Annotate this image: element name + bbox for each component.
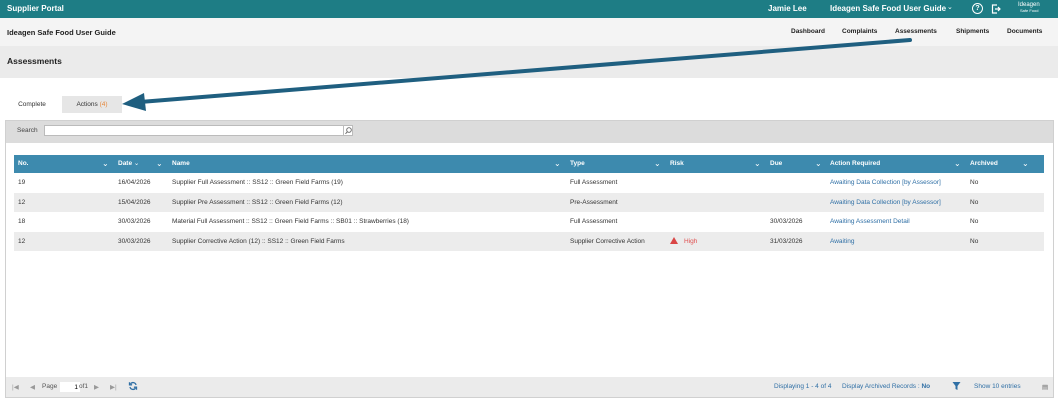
nav-documents[interactable]: Documents: [1007, 28, 1042, 35]
risk-badge: High: [670, 232, 697, 252]
guide-selector[interactable]: Ideagen Safe Food User Guide: [830, 4, 946, 13]
filter-icon[interactable]: [952, 381, 961, 393]
action-link[interactable]: Awaiting Data Collection [by Assessor]: [830, 173, 941, 193]
search-icon[interactable]: [344, 125, 353, 136]
nav-shipments[interactable]: Shipments: [956, 28, 989, 35]
cell-no: 12: [18, 198, 26, 206]
cell-date: 30/03/2026: [118, 237, 151, 245]
search-bar: Search: [6, 121, 1053, 143]
chevron-down-icon[interactable]: ⌄: [815, 155, 822, 173]
cell-archived: No: [970, 179, 979, 186]
column-header-action-required[interactable]: Action Required: [830, 155, 880, 173]
cell-name: Material Full Assessment :: SS12 :: Gree…: [172, 218, 409, 225]
refresh-icon[interactable]: [128, 381, 138, 393]
chevron-down-icon[interactable]: ⌄: [654, 155, 661, 173]
display-archived-toggle[interactable]: Display Archived Records : No: [842, 383, 930, 390]
tab-complete[interactable]: Complete: [7, 96, 57, 113]
portal-title: Supplier Portal: [7, 4, 64, 13]
cell-archived: No: [970, 237, 979, 245]
page-of-label: of1: [79, 383, 89, 390]
action-link[interactable]: Awaiting: [830, 232, 854, 252]
table-row[interactable]: 12 30/03/2026 Supplier Corrective Action…: [14, 231, 1044, 252]
page-title: Assessments: [7, 56, 62, 66]
menu-icon[interactable]: ▤: [1042, 383, 1048, 391]
chevron-down-icon[interactable]: ⌄: [156, 155, 163, 173]
column-header-name[interactable]: Name: [172, 155, 190, 173]
prev-page-icon[interactable]: ◀: [30, 383, 35, 391]
chevron-down-icon[interactable]: ⌄: [947, 3, 953, 11]
nav-bar: Ideagen Safe Food User Guide Dashboard C…: [0, 18, 1058, 46]
user-name[interactable]: Jamie Lee: [768, 4, 807, 13]
action-link[interactable]: Awaiting Data Collection [by Assessor]: [830, 193, 941, 213]
next-page-icon[interactable]: ▶: [94, 383, 99, 391]
cell-type: Pre-Assessment: [570, 198, 618, 206]
show-entries-select[interactable]: Show 10 entries: [974, 383, 1021, 390]
cell-due: 30/03/2026: [770, 218, 803, 225]
assessments-panel: Search No. ⌄ Date ⌄ ⌄ Name ⌄ Type ⌄ Risk…: [5, 120, 1054, 398]
table-row[interactable]: 12 15/04/2026 Supplier Pre Assessment ::…: [14, 192, 1044, 213]
column-header-no[interactable]: No.: [18, 155, 28, 173]
table-footer: |◀ ◀ Page of1 ▶ ▶| Displaying 1 - 4 of 4…: [6, 377, 1053, 397]
cell-date: 30/03/2026: [118, 218, 151, 225]
cell-no: 18: [18, 218, 26, 225]
cell-date: 15/04/2026: [118, 198, 151, 206]
last-page-icon[interactable]: ▶|: [110, 383, 117, 391]
cell-no: 12: [18, 237, 26, 245]
chevron-down-icon[interactable]: ⌄: [754, 155, 761, 173]
action-link[interactable]: Awaiting Assessment Detail: [830, 212, 910, 232]
column-header-archived[interactable]: Archived: [970, 155, 998, 173]
column-header-type[interactable]: Type: [570, 155, 585, 173]
logout-icon[interactable]: [991, 4, 1001, 16]
first-page-icon[interactable]: |◀: [12, 383, 19, 391]
help-icon[interactable]: ?: [972, 3, 983, 14]
chevron-down-icon[interactable]: ⌄: [1022, 155, 1029, 173]
tab-actions[interactable]: Actions (4): [62, 96, 122, 113]
cell-archived: No: [970, 218, 979, 225]
displaying-count: Displaying 1 - 4 of 4: [774, 383, 832, 390]
page-header: Assessments: [0, 46, 1058, 78]
cell-archived: No: [970, 198, 979, 206]
page-number-input[interactable]: [60, 382, 80, 392]
table-row[interactable]: 18 30/03/2026 Material Full Assessment :…: [14, 212, 1044, 232]
cell-date: 16/04/2026: [118, 179, 151, 186]
column-header-risk[interactable]: Risk: [670, 155, 684, 173]
cell-no: 19: [18, 179, 26, 186]
nav-complaints[interactable]: Complaints: [842, 28, 877, 35]
top-bar: Supplier Portal Jamie Lee Ideagen Safe F…: [0, 0, 1058, 18]
table-header: No. ⌄ Date ⌄ ⌄ Name ⌄ Type ⌄ Risk ⌄ Due …: [14, 155, 1044, 173]
chevron-down-icon[interactable]: ⌄: [102, 155, 109, 173]
chevron-down-icon[interactable]: ⌄: [554, 155, 561, 173]
cell-due: 31/03/2026: [770, 237, 803, 245]
ideagen-logo: Ideagen Safe Food: [1018, 2, 1040, 13]
cell-name: Supplier Corrective Action (12) :: SS12 …: [172, 237, 345, 245]
cell-type: Full Assessment: [570, 179, 618, 186]
site-title: Ideagen Safe Food User Guide: [7, 28, 116, 37]
warning-icon: [670, 236, 678, 244]
cell-name: Supplier Pre Assessment :: SS12 :: Green…: [172, 198, 343, 206]
nav-dashboard[interactable]: Dashboard: [791, 28, 825, 35]
chevron-down-icon[interactable]: ⌄: [954, 155, 961, 173]
nav-assessments[interactable]: Assessments: [895, 28, 937, 35]
page-label: Page: [42, 383, 58, 390]
search-label: Search: [17, 127, 38, 134]
cell-type: Full Assessment: [570, 218, 618, 225]
search-input[interactable]: [44, 125, 344, 136]
column-header-due[interactable]: Due: [770, 155, 782, 173]
cell-name: Supplier Full Assessment :: SS12 :: Gree…: [172, 179, 343, 186]
column-header-date[interactable]: Date ⌄: [118, 155, 139, 173]
cell-type: Supplier Corrective Action: [570, 237, 645, 245]
table-row[interactable]: 19 16/04/2026 Supplier Full Assessment :…: [14, 173, 1044, 193]
actions-count-badge: (4): [99, 101, 108, 108]
